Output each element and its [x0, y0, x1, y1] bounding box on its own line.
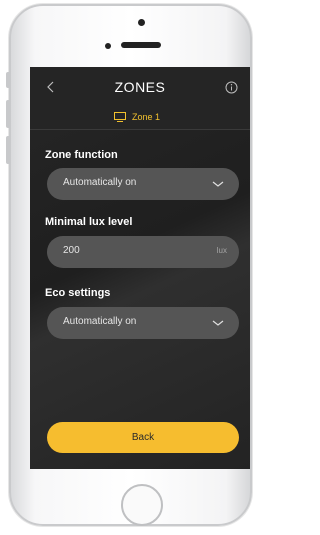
zone-function-dropdown[interactable]: Automatically on [47, 168, 239, 200]
eco-settings-value: Automatically on [63, 316, 137, 327]
minimal-lux-value: 200 [63, 245, 80, 256]
mute-switch [6, 72, 10, 88]
zone-selector[interactable]: Zone 1 [114, 110, 160, 124]
zone-function-value: Automatically on [63, 177, 137, 188]
volume-up-button [6, 100, 10, 128]
monitor-icon [114, 112, 126, 122]
proximity-sensor [105, 43, 111, 49]
volume-down-button [6, 136, 10, 164]
header-bar: ZONES Zone 1 [30, 67, 250, 130]
earpiece-speaker [121, 42, 161, 48]
eco-settings-label: Eco settings [45, 287, 111, 299]
back-button[interactable]: Back [47, 422, 239, 453]
home-button[interactable] [121, 484, 163, 526]
minimal-lux-label: Minimal lux level [45, 216, 133, 228]
zone-label: Zone 1 [132, 112, 161, 122]
zone-function-label: Zone function [45, 149, 118, 161]
app-screen: ZONES Zone 1 Zone function Automatically… [30, 67, 250, 469]
lux-unit: lux [216, 246, 227, 255]
eco-settings-dropdown[interactable]: Automatically on [47, 307, 239, 339]
info-icon[interactable] [225, 81, 238, 94]
front-camera [138, 19, 145, 26]
minimal-lux-input[interactable]: 200 lux [47, 236, 239, 268]
page-title: ZONES [114, 79, 166, 95]
chevron-down-icon [212, 320, 224, 326]
chevron-down-icon [212, 181, 224, 187]
